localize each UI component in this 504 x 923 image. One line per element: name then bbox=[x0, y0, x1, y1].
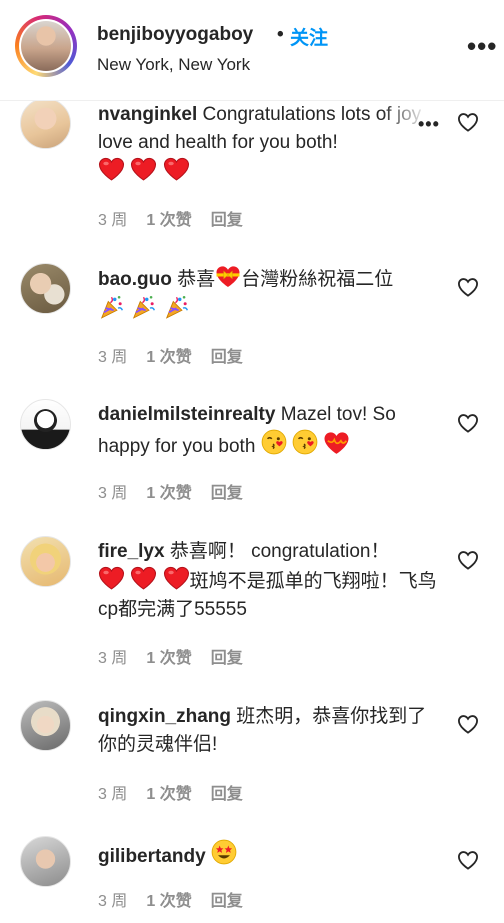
separator-dot: • bbox=[277, 24, 284, 45]
reply-button[interactable]: 回复 bbox=[211, 485, 243, 502]
face-blowing-kiss-icon bbox=[261, 429, 287, 455]
like-heart-icon[interactable] bbox=[457, 714, 479, 734]
commenter-username[interactable]: gilibertandy bbox=[98, 846, 206, 867]
red-heart-icon bbox=[98, 566, 125, 590]
commenter-username[interactable]: fire_lyx bbox=[98, 541, 165, 562]
post-header: benjiboyyogaboy • 关注 New York, New York … bbox=[0, 0, 504, 101]
comment-age: 3 周 bbox=[98, 349, 128, 366]
party-popper-icon bbox=[98, 294, 125, 320]
heart-ribbon-icon bbox=[215, 265, 241, 288]
likes-count[interactable]: 1 次赞 bbox=[146, 212, 191, 229]
likes-count[interactable]: 1 次赞 bbox=[146, 349, 191, 366]
like-heart-icon[interactable] bbox=[457, 277, 479, 297]
commenter-avatar[interactable] bbox=[20, 536, 71, 587]
author-username[interactable]: benjiboyyogaboy bbox=[97, 24, 253, 46]
comment-options-icon[interactable]: ••• bbox=[418, 114, 440, 135]
commenter-username[interactable]: nvanginkel bbox=[98, 104, 197, 125]
heart-on-fire-icon bbox=[323, 431, 350, 455]
comment-meta: 3 周 1 次赞 回复 bbox=[98, 206, 262, 230]
comment-meta: 3 周 1 次赞 回复 bbox=[98, 644, 262, 668]
comment-age: 3 周 bbox=[98, 786, 128, 803]
red-heart-icon bbox=[130, 157, 157, 181]
comment-age: 3 周 bbox=[98, 212, 128, 229]
story-ring bbox=[19, 19, 73, 73]
like-heart-icon[interactable] bbox=[457, 413, 479, 433]
commenter-username[interactable]: qingxin_zhang bbox=[98, 706, 231, 727]
red-heart-icon bbox=[98, 157, 125, 181]
comment-age: 3 周 bbox=[98, 485, 128, 502]
comment-body-cont: 台灣粉絲祝福二位 bbox=[241, 269, 394, 290]
comment-meta: 3 周 1 次赞 回复 bbox=[98, 780, 262, 804]
comment-meta: 3 周 1 次赞 回复 bbox=[98, 887, 262, 911]
post-location[interactable]: New York, New York bbox=[97, 55, 250, 75]
comment-meta: 3 周 1 次赞 回复 bbox=[98, 479, 262, 503]
likes-count[interactable]: 1 次赞 bbox=[146, 893, 191, 910]
like-heart-icon[interactable] bbox=[457, 550, 479, 570]
reply-button[interactable]: 回复 bbox=[211, 650, 243, 667]
like-heart-icon[interactable] bbox=[457, 850, 479, 870]
comment-text: fire_lyx 恭喜啊！ congratulation！ 斑鸠不是孤单的飞翔啦… bbox=[98, 538, 443, 624]
more-horizontal-icon[interactable]: ••• bbox=[467, 33, 497, 59]
reply-button[interactable]: 回复 bbox=[211, 212, 243, 229]
red-heart-icon bbox=[163, 566, 190, 590]
commenter-username[interactable]: bao.guo bbox=[98, 269, 172, 290]
commenter-avatar[interactable] bbox=[20, 263, 71, 314]
red-heart-icon bbox=[163, 157, 190, 181]
commenter-avatar[interactable] bbox=[20, 700, 71, 751]
author-photo bbox=[21, 21, 71, 71]
comment-age: 3 周 bbox=[98, 650, 128, 667]
comment-body: 恭喜 bbox=[177, 269, 216, 290]
like-heart-icon[interactable] bbox=[457, 112, 479, 132]
likes-count[interactable]: 1 次赞 bbox=[146, 485, 191, 502]
comment-text: gilibertandy bbox=[98, 839, 443, 871]
commenter-username[interactable]: danielmilsteinrealty bbox=[98, 404, 275, 425]
face-blowing-kiss-icon bbox=[292, 429, 318, 455]
comment-text: qingxin_zhang 班杰明，恭喜你找到了你的灵魂伴侣! bbox=[98, 703, 443, 759]
comment-meta: 3 周 1 次赞 回复 bbox=[98, 343, 262, 367]
red-heart-icon bbox=[130, 566, 157, 590]
author-avatar[interactable] bbox=[15, 15, 77, 77]
comment-text: bao.guo 恭喜 台灣粉絲祝福二位 bbox=[98, 265, 443, 326]
comment-body: 恭喜啊！ congratulation！ bbox=[169, 541, 390, 562]
follow-button[interactable]: 关注 bbox=[290, 23, 328, 50]
reply-button[interactable]: 回复 bbox=[211, 893, 243, 910]
commenter-avatar[interactable] bbox=[20, 836, 71, 887]
comment-age: 3 周 bbox=[98, 893, 128, 910]
commenter-avatar[interactable] bbox=[20, 98, 71, 149]
party-popper-icon bbox=[130, 294, 157, 320]
likes-count[interactable]: 1 次赞 bbox=[146, 786, 191, 803]
likes-count[interactable]: 1 次赞 bbox=[146, 650, 191, 667]
star-struck-icon bbox=[211, 839, 237, 865]
reply-button[interactable]: 回复 bbox=[211, 349, 243, 366]
party-popper-icon bbox=[163, 294, 190, 320]
comment-text: danielmilsteinrealty Mazel tov! So happy… bbox=[98, 401, 443, 461]
commenter-avatar[interactable] bbox=[20, 399, 71, 450]
reply-button[interactable]: 回复 bbox=[211, 786, 243, 803]
